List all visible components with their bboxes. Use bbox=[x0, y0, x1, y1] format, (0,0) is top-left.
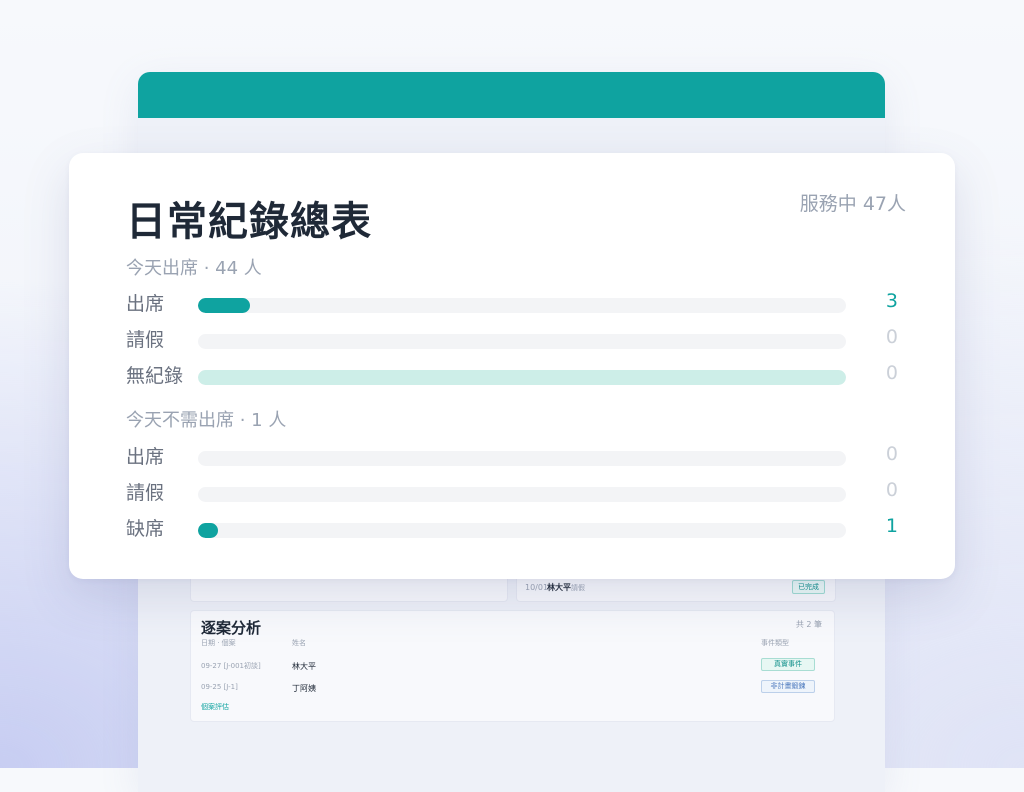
stat-label: 出席 bbox=[126, 446, 165, 468]
progress-track bbox=[198, 487, 846, 502]
table-row[interactable]: 09-27 [J-001初談] 林大平 真實事件 bbox=[191, 657, 834, 675]
row-name: 丁阿姨 bbox=[292, 684, 316, 693]
event-type-badge: 非計畫鍛鍊 bbox=[761, 680, 815, 693]
service-count: 服務中 47人 bbox=[799, 193, 906, 215]
progress-fill bbox=[198, 298, 250, 313]
row-date: 09-27 [J-001初談] bbox=[201, 662, 261, 670]
card-title: 日常紀錄總表 bbox=[126, 199, 372, 245]
stat-row-attended: 出席 0 bbox=[69, 442, 955, 472]
row-name: 林大平 bbox=[292, 662, 316, 671]
section-label-not-required: 今天不需出席 · 1 人 bbox=[126, 410, 287, 431]
progress-track bbox=[198, 451, 846, 466]
section-label-attending: 今天出席 · 44 人 bbox=[126, 258, 262, 279]
log-tag: 請假 bbox=[571, 584, 585, 592]
stat-row-no-record: 無紀錄 0 bbox=[69, 361, 955, 391]
stat-value: 0 bbox=[885, 443, 898, 465]
stat-row-attended: 出席 3 bbox=[69, 289, 955, 319]
progress-fill bbox=[198, 523, 218, 538]
stat-row-leave: 請假 0 bbox=[69, 325, 955, 355]
case-count: 共 2 筆 bbox=[795, 620, 822, 629]
progress-track bbox=[198, 298, 846, 313]
case-analysis-panel: 逐案分析 共 2 筆 日期 · 個案 姓名 事件類型 09-27 [J-001初… bbox=[190, 610, 835, 722]
stat-row-leave: 請假 0 bbox=[69, 478, 955, 508]
case-assessment-link[interactable]: 個案評估 bbox=[201, 702, 229, 712]
log-name[interactable]: 林大平 bbox=[547, 582, 571, 593]
progress-fill bbox=[198, 370, 846, 385]
daily-records-summary-card: 日常紀錄總表 服務中 47人 今天出席 · 44 人 出席 3 請假 0 無紀錄… bbox=[69, 153, 955, 579]
stat-value: 0 bbox=[885, 362, 898, 384]
table-row[interactable]: 09-25 [J-1] 丁阿姨 非計畫鍛鍊 bbox=[191, 679, 834, 697]
app-header-bar bbox=[138, 72, 885, 118]
progress-track bbox=[198, 334, 846, 349]
row-date: 09-25 [J-1] bbox=[201, 683, 238, 691]
column-header-type: 事件類型 bbox=[761, 639, 789, 647]
progress-track bbox=[198, 523, 846, 538]
case-analysis-title: 逐案分析 bbox=[201, 619, 262, 637]
stat-value: 1 bbox=[885, 515, 898, 537]
stat-value: 3 bbox=[885, 290, 898, 312]
stat-label: 缺席 bbox=[126, 518, 165, 540]
log-date: 10/01 bbox=[525, 583, 549, 592]
stat-label: 出席 bbox=[126, 293, 165, 315]
stat-label: 請假 bbox=[126, 329, 165, 351]
stat-row-absent: 缺席 1 bbox=[69, 514, 955, 544]
event-type-badge: 真實事件 bbox=[761, 658, 815, 671]
status-badge: 已完成 bbox=[792, 580, 825, 594]
column-header-date: 日期 · 個案 bbox=[201, 639, 236, 647]
stat-label: 請假 bbox=[126, 482, 165, 504]
stat-value: 0 bbox=[885, 326, 898, 348]
stat-value: 0 bbox=[885, 479, 898, 501]
column-header-name: 姓名 bbox=[292, 639, 306, 647]
stat-label: 無紀錄 bbox=[126, 365, 184, 387]
progress-track bbox=[198, 370, 846, 385]
